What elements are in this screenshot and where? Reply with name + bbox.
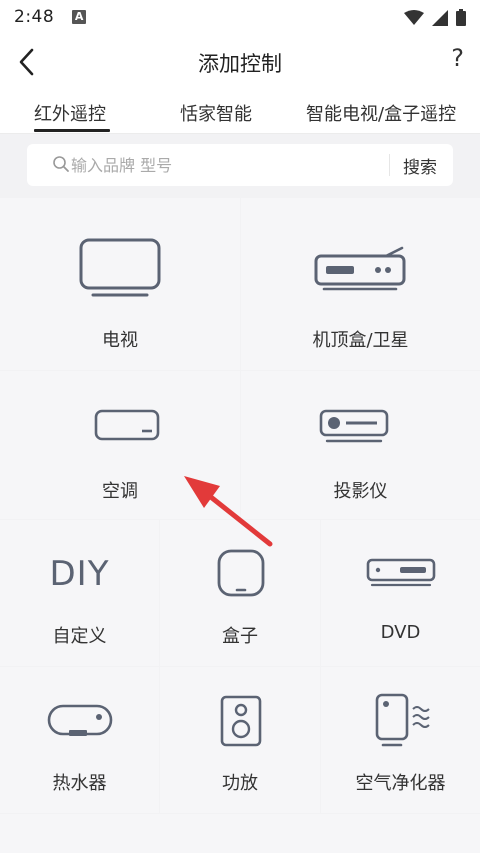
device-label: 电视 — [102, 330, 138, 351]
search-button[interactable]: 搜索 — [403, 153, 437, 178]
notification-a-icon: A — [72, 10, 87, 24]
tab-bar: 红外遥控 恬家智能 智能电视/盒子遥控 — [0, 90, 480, 134]
status-icons — [404, 9, 466, 26]
search-input[interactable] — [71, 150, 401, 180]
device-air-conditioner[interactable]: 空调 — [0, 371, 240, 519]
device-water-heater[interactable]: 热水器 — [0, 667, 159, 813]
speaker-icon — [220, 695, 262, 747]
air-purifier-icon — [375, 693, 430, 747]
grid-next-row — [0, 814, 480, 853]
diy-icon: DIY — [49, 554, 110, 594]
tv-icon — [79, 238, 161, 297]
device-label: 功放 — [222, 773, 258, 794]
device-box[interactable]: 盒子 — [160, 520, 320, 666]
device-dvd[interactable]: DVD — [321, 520, 480, 666]
battery-icon — [456, 9, 466, 26]
search-icon — [53, 156, 69, 172]
projector-icon — [319, 409, 389, 443]
device-label: DVD — [380, 622, 421, 643]
device-amplifier[interactable]: 功放 — [160, 667, 320, 813]
air-conditioner-icon — [94, 409, 160, 441]
dvd-player-icon — [366, 558, 436, 587]
page-title: 添加控制 — [198, 52, 282, 76]
help-button[interactable]: ? — [451, 44, 464, 72]
wifi-icon — [404, 9, 424, 25]
active-tab-indicator — [34, 129, 110, 132]
device-air-purifier[interactable]: 空气净化器 — [321, 667, 480, 813]
box-icon — [217, 549, 265, 597]
device-diy[interactable]: DIY 自定义 — [0, 520, 159, 666]
device-label: 热水器 — [52, 773, 107, 794]
tab-tianjia-smart[interactable]: 恬家智能 — [180, 100, 252, 126]
tab-ir-remote[interactable]: 红外遥控 — [34, 100, 106, 126]
device-tv[interactable]: 电视 — [0, 198, 240, 370]
tab-smart-tv-box-remote[interactable]: 智能电视/盒子遥控 — [306, 100, 456, 126]
water-heater-icon — [47, 704, 113, 736]
device-label: 盒子 — [222, 626, 258, 647]
device-set-top-box[interactable]: 机顶盒/卫星 — [241, 198, 480, 370]
device-label: 机顶盒/卫星 — [312, 330, 409, 351]
search-bar: 搜索 — [27, 144, 453, 186]
signal-icon — [432, 9, 448, 26]
device-label: 空调 — [102, 481, 138, 502]
set-top-box-icon — [314, 246, 406, 291]
app-header: 添加控制 ? — [0, 34, 480, 90]
search-divider — [389, 154, 390, 176]
device-label: 空气净化器 — [355, 773, 446, 794]
device-label: 自定义 — [52, 626, 107, 647]
device-projector[interactable]: 投影仪 — [241, 371, 480, 519]
status-time: 2:48 — [14, 7, 55, 27]
status-bar: 2:48 A — [0, 0, 480, 34]
device-label: 投影仪 — [333, 481, 388, 502]
